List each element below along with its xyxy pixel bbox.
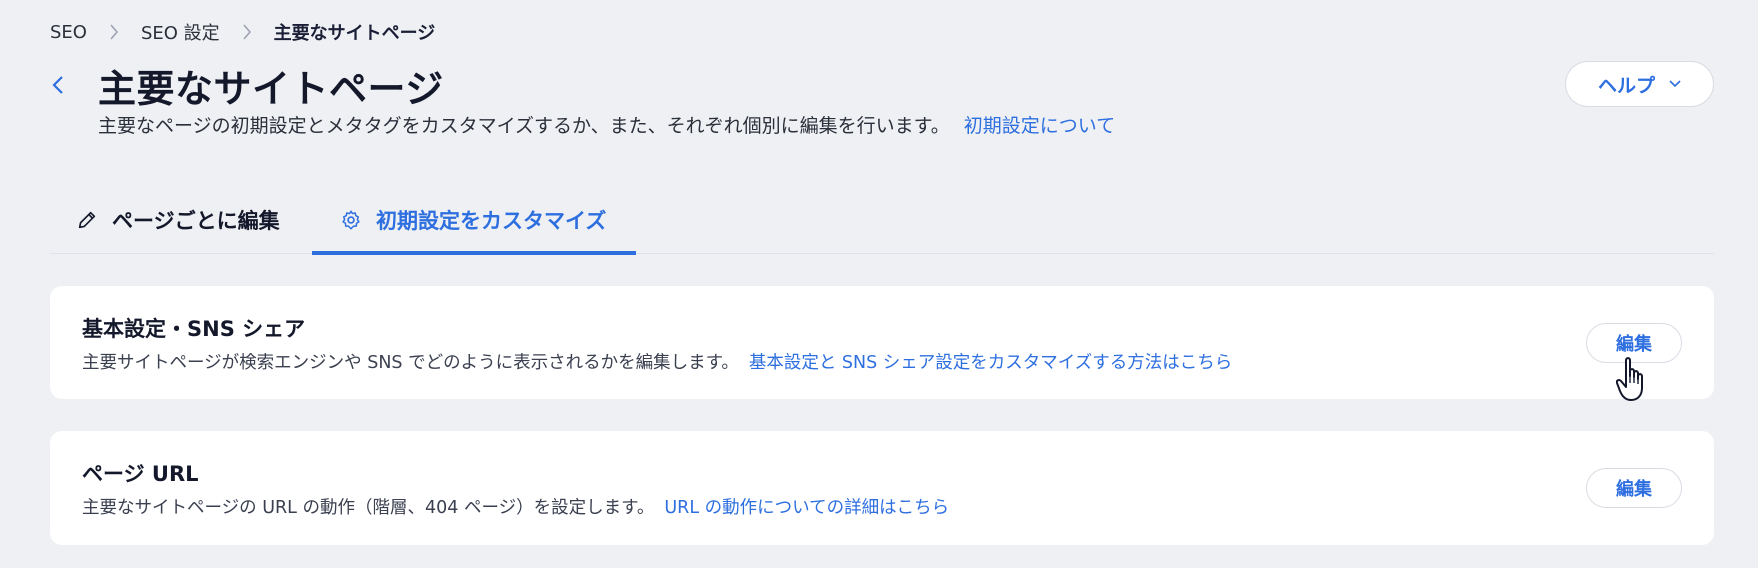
tab-label: 初期設定をカスタマイズ xyxy=(376,208,607,233)
card-description-text: 主要なサイトページの URL の動作（階層、404 ページ）を設定します。 xyxy=(82,498,655,518)
help-button[interactable]: ヘルプ xyxy=(1565,61,1714,107)
hand-cursor-icon xyxy=(1616,357,1643,401)
breadcrumb: SEO SEO 設定 主要なサイトページ xyxy=(50,19,435,45)
gear-icon xyxy=(342,210,360,229)
help-button-label: ヘルプ xyxy=(1597,74,1655,97)
card-page-url: ページ URL 主要なサイトページの URL の動作（階層、404 ページ）を設… xyxy=(50,431,1714,545)
chevron-right-icon xyxy=(232,19,262,45)
breadcrumb-item-current: 主要なサイトページ xyxy=(273,23,436,44)
card-basic-sns: 基本設定・SNS シェア 主要サイトページが検索エンジンや SNS でどのように… xyxy=(50,286,1714,399)
url-behavior-help-link[interactable]: URL の動作についての詳細はこちら xyxy=(664,498,949,518)
card-title: ページ URL xyxy=(82,462,199,486)
card-description: 主要サイトページが検索エンジンや SNS でどのように表示されるかを編集します。… xyxy=(82,349,1232,374)
basic-sns-help-link[interactable]: 基本設定と SNS シェア設定をカスタマイズする方法はこちら xyxy=(749,353,1232,373)
pencil-icon xyxy=(78,211,96,228)
chevron-right-icon xyxy=(99,19,129,45)
card-description-text: 主要サイトページが検索エンジンや SNS でどのように表示されるかを編集します。 xyxy=(82,353,739,373)
card-description: 主要なサイトページの URL の動作（階層、404 ページ）を設定します。 URL… xyxy=(82,494,949,519)
defaults-info-link[interactable]: 初期設定について xyxy=(964,115,1115,137)
tab-label: ページごとに編集 xyxy=(112,208,280,233)
tab-customize-defaults[interactable]: 初期設定をカスタマイズ xyxy=(312,185,636,255)
page-subtitle-text: 主要なページの初期設定とメタタグをカスタマイズするか、また、それぞれ個別に編集を… xyxy=(98,115,950,137)
page-title: 主要なサイトページ xyxy=(98,67,444,111)
chevron-down-icon xyxy=(1669,80,1681,88)
edit-page-url-button[interactable]: 編集 xyxy=(1586,468,1682,508)
chevron-left-icon xyxy=(52,76,63,94)
tab-edit-per-page[interactable]: ページごとに編集 xyxy=(50,185,308,254)
tab-bar: ページごとに編集 初期設定をカスタマイズ xyxy=(50,185,1714,255)
breadcrumb-item-seo[interactable]: SEO xyxy=(50,22,87,43)
card-title: 基本設定・SNS シェア xyxy=(82,317,306,341)
back-button[interactable] xyxy=(44,68,72,102)
breadcrumb-item-seo-settings[interactable]: SEO 設定 xyxy=(141,19,220,45)
page-subtitle: 主要なページの初期設定とメタタグをカスタマイズするか、また、それぞれ個別に編集を… xyxy=(98,111,1115,138)
